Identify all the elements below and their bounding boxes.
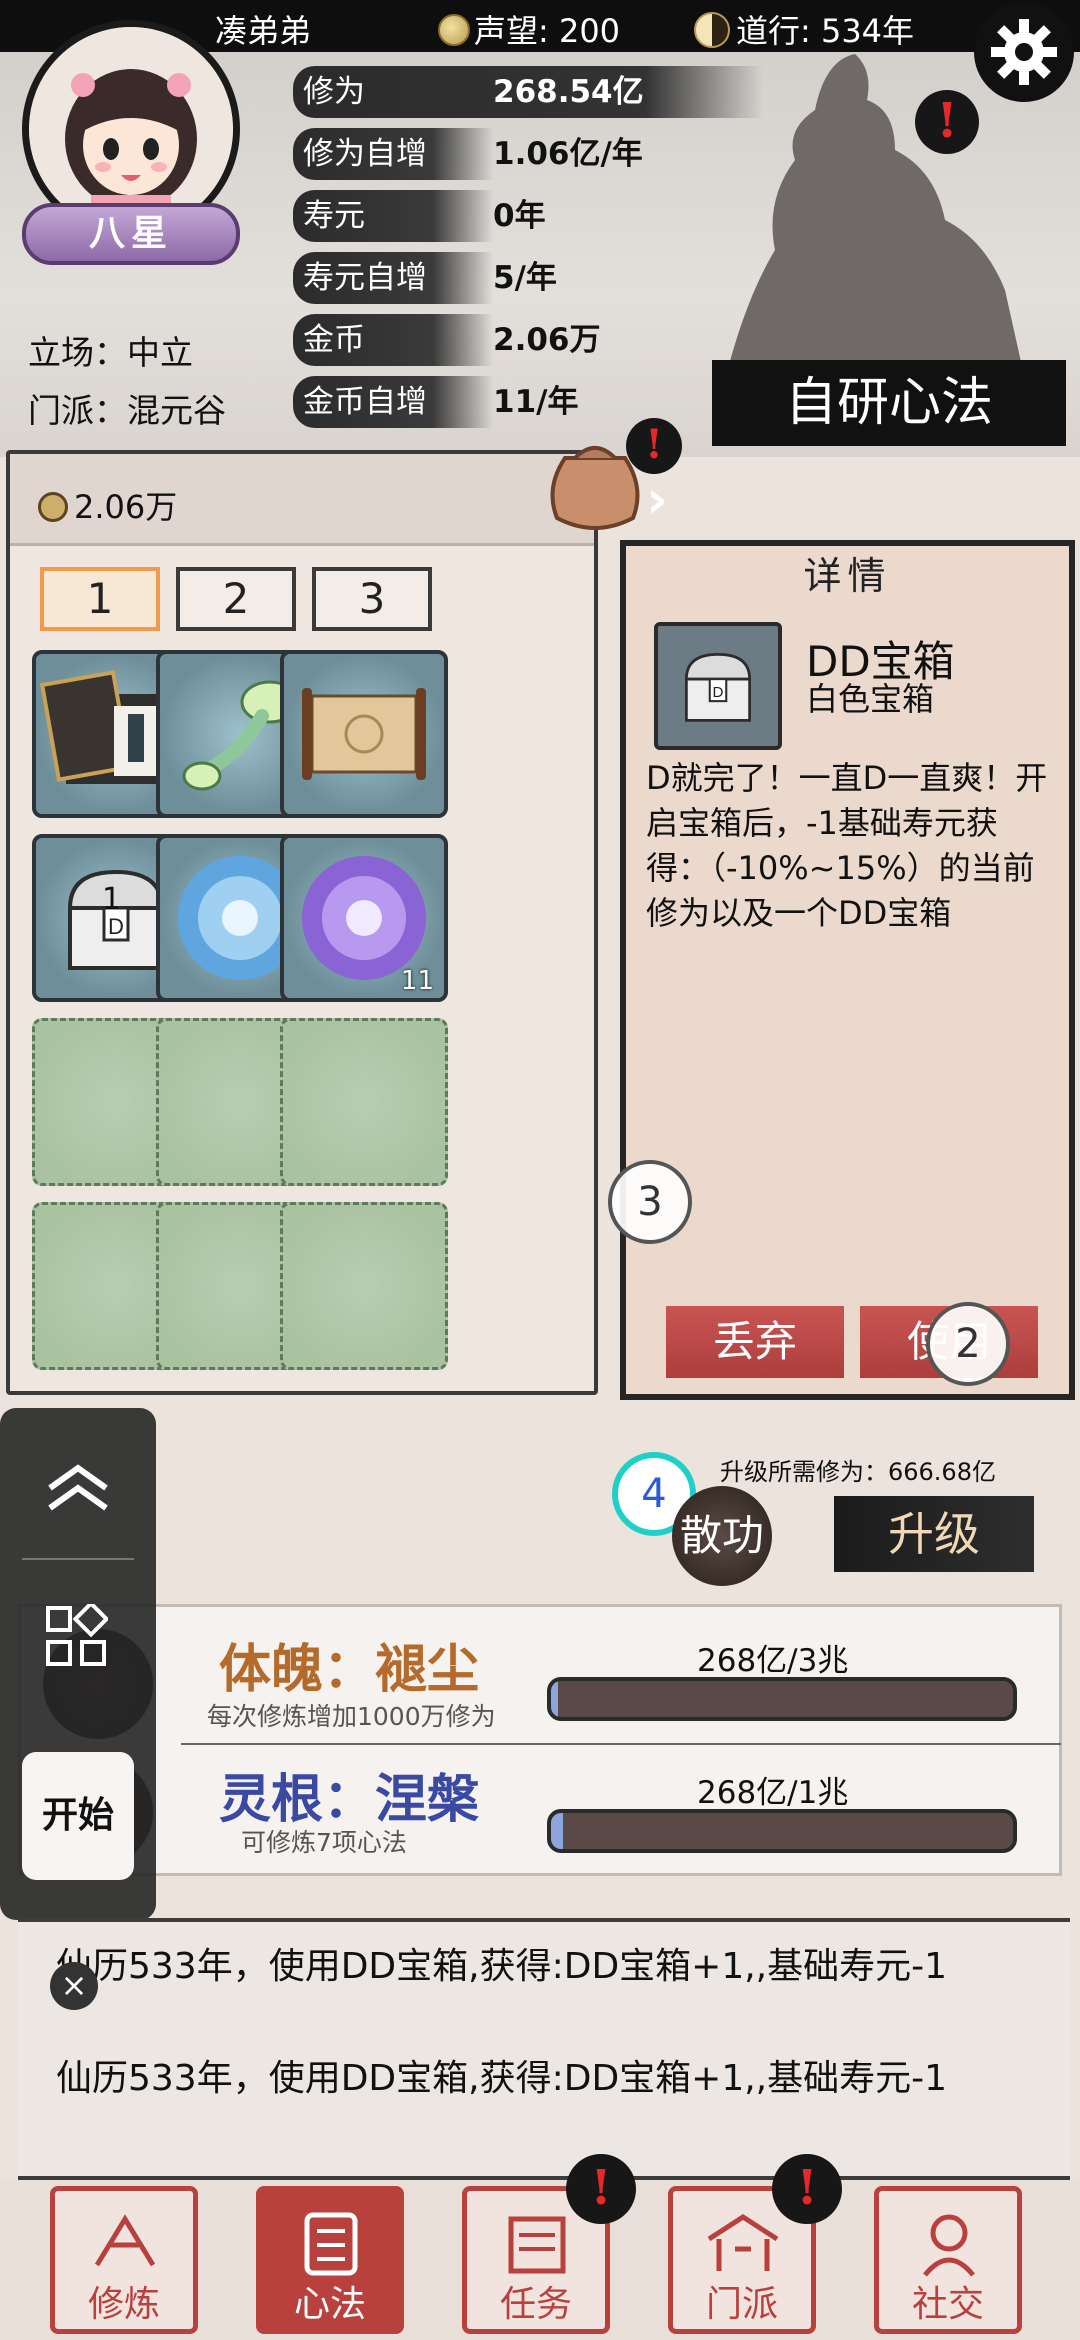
alert-badge: ! bbox=[566, 2154, 636, 2224]
root-progress-fill bbox=[551, 1813, 564, 1849]
sect-glyph-icon bbox=[707, 2214, 779, 2271]
treasure-chest-icon: D bbox=[684, 652, 752, 722]
sect-text: 门派：混元谷 bbox=[28, 391, 226, 430]
nav-label: 心法 bbox=[293, 2284, 366, 2325]
marker-2: 2 bbox=[926, 1302, 1010, 1386]
event-log: 仙历533年，使用DD宝箱,获得:DD宝箱+1,,基础寿元-1 仙历533年，使… bbox=[18, 1918, 1070, 2180]
body-progress-text: 268亿/3兆 bbox=[697, 1643, 849, 1679]
rank-badge: 八星 bbox=[22, 203, 240, 265]
close-icon[interactable]: × bbox=[50, 1962, 98, 2010]
side-dock: 开始 bbox=[0, 1408, 156, 1920]
inventory-slot[interactable] bbox=[280, 650, 448, 818]
chevron-up-icon[interactable] bbox=[40, 1458, 116, 1518]
stat-label: 寿元自增 bbox=[293, 252, 493, 304]
cultivate-glyph-icon bbox=[94, 2214, 156, 2267]
gear-icon bbox=[991, 19, 1057, 85]
empty-slot[interactable] bbox=[280, 1018, 448, 1186]
start-button[interactable]: 开始 bbox=[22, 1752, 134, 1880]
coin-icon bbox=[38, 492, 68, 522]
stat-lifespan-rate: 寿元自增 5/年 bbox=[293, 252, 723, 304]
grid-menu-icon[interactable] bbox=[44, 1604, 108, 1668]
stat-label: 修为自增 bbox=[293, 128, 493, 180]
body-subtitle: 每次修炼增加1000万修为 bbox=[207, 1702, 496, 1731]
nav-label: 任务 bbox=[499, 2284, 572, 2325]
stat-label: 金币 bbox=[293, 314, 493, 366]
nav-label: 社交 bbox=[911, 2284, 984, 2325]
stat-label: 金币自增 bbox=[293, 376, 493, 428]
social-glyph-icon bbox=[923, 2214, 975, 2277]
coin-icon bbox=[438, 14, 470, 46]
selected-item-icon: D bbox=[654, 622, 782, 750]
stat-value: 268.54亿 bbox=[493, 74, 644, 110]
inventory-slot[interactable]: 11 bbox=[280, 834, 448, 1002]
stat-value: 5/年 bbox=[493, 260, 557, 296]
body-title: 体魄：褪尘 bbox=[219, 1640, 480, 1700]
divider bbox=[181, 1743, 1061, 1745]
discard-button[interactable]: 丢弃 bbox=[666, 1306, 844, 1378]
alert-badge: ! bbox=[772, 2154, 842, 2224]
log-entry: 仙历533年，使用DD宝箱,获得:DD宝箱+1,,基础寿元-1 bbox=[56, 2058, 948, 2099]
stance-text: 立场：中立 bbox=[28, 333, 193, 372]
divider bbox=[22, 1558, 134, 1560]
root-progress-text: 268亿/1兆 bbox=[697, 1775, 849, 1811]
inventory-header: 2.06万 bbox=[10, 454, 594, 546]
settings-button[interactable] bbox=[974, 2, 1074, 102]
details-title: 详情 bbox=[803, 554, 892, 598]
player-name: 凑弟弟 bbox=[215, 12, 312, 50]
dao-display: 道行: 534年 bbox=[694, 6, 914, 52]
item-count: 11 bbox=[400, 966, 434, 996]
inventory-page-tab-3[interactable]: 3 bbox=[312, 567, 432, 631]
item-details-panel: 详情 D DD宝箱 白色宝箱 D就完了！一直D一直爽！开启宝箱后，-1基础寿元获… bbox=[620, 540, 1075, 1400]
root-progress-bar bbox=[547, 1809, 1017, 1853]
item-description: D就完了！一直D一直爽！开启宝箱后，-1基础寿元获得：（-10%~15%）的当前… bbox=[646, 759, 1048, 932]
log-entry: 仙历533年，使用DD宝箱,获得:DD宝箱+1,,基础寿元-1 bbox=[56, 1946, 948, 1987]
empty-slot[interactable] bbox=[280, 1202, 448, 1370]
cultivation-panel: 体魄：褪尘 每次修炼增加1000万修为 268亿/3兆 灵根：涅槃 可修炼7项心… bbox=[18, 1604, 1062, 1876]
stat-value: 0年 bbox=[493, 198, 546, 234]
root-title: 灵根：涅槃 bbox=[219, 1770, 480, 1830]
nav-cultivate[interactable]: 修炼 bbox=[50, 2186, 198, 2334]
nav-social[interactable]: 社交 bbox=[874, 2186, 1022, 2334]
scroll-icon bbox=[302, 688, 426, 780]
stat-lifespan: 寿元 0年 bbox=[293, 190, 723, 242]
stat-cultivation: 修为 268.54亿 bbox=[293, 66, 763, 118]
self-research-button[interactable]: 自研心法 bbox=[712, 360, 1066, 446]
nav-techniques[interactable]: 心法 bbox=[256, 2186, 404, 2334]
inventory-page-tab-1[interactable]: 1 bbox=[40, 567, 160, 631]
chevron-right-icon[interactable]: › bbox=[636, 470, 678, 530]
dao-text: 道行: 534年 bbox=[736, 12, 915, 50]
yin-yang-icon bbox=[694, 12, 730, 48]
svg-text:D: D bbox=[108, 914, 124, 939]
alert-badge: ! bbox=[626, 418, 682, 474]
stat-value: 1.06亿/年 bbox=[493, 136, 643, 172]
inventory-panel: 2.06万 1 2 3 D 1 11 bbox=[6, 450, 598, 1395]
gold-amount: 2.06万 bbox=[74, 488, 178, 526]
item-count: 1 bbox=[102, 882, 122, 917]
inventory-page-tab-2[interactable]: 2 bbox=[176, 567, 296, 631]
stat-label: 寿元 bbox=[293, 190, 493, 242]
stat-gold: 金币 2.06万 bbox=[293, 314, 723, 366]
tasks-glyph-icon bbox=[508, 2216, 566, 2274]
body-progress-bar bbox=[547, 1677, 1017, 1721]
stat-value: 2.06万 bbox=[493, 322, 601, 358]
upgrade-requirement: 升级所需修为：666.68亿 bbox=[720, 1458, 996, 1486]
nav-label: 门派 bbox=[705, 2284, 778, 2325]
svg-text:D: D bbox=[713, 684, 724, 701]
nav-label: 修炼 bbox=[87, 2284, 160, 2325]
reputation-display: 声望: 200 bbox=[438, 6, 620, 52]
reputation-text: 声望: 200 bbox=[474, 12, 621, 50]
root-subtitle: 可修炼7项心法 bbox=[241, 1828, 407, 1857]
alert-badge: ! bbox=[915, 90, 979, 154]
upgrade-button[interactable]: 升级 bbox=[834, 1496, 1034, 1572]
girl-portrait-icon bbox=[29, 27, 233, 231]
marker-3: 3 bbox=[608, 1160, 692, 1244]
item-rarity: 白色宝箱 bbox=[806, 680, 935, 718]
dispel-button[interactable]: 散功 bbox=[672, 1486, 772, 1586]
techniques-glyph-icon bbox=[304, 2212, 358, 2276]
gold-display: 2.06万 bbox=[38, 482, 177, 528]
body-progress-fill bbox=[551, 1681, 558, 1717]
stat-cultivation-rate: 修为自增 1.06亿/年 bbox=[293, 128, 723, 180]
